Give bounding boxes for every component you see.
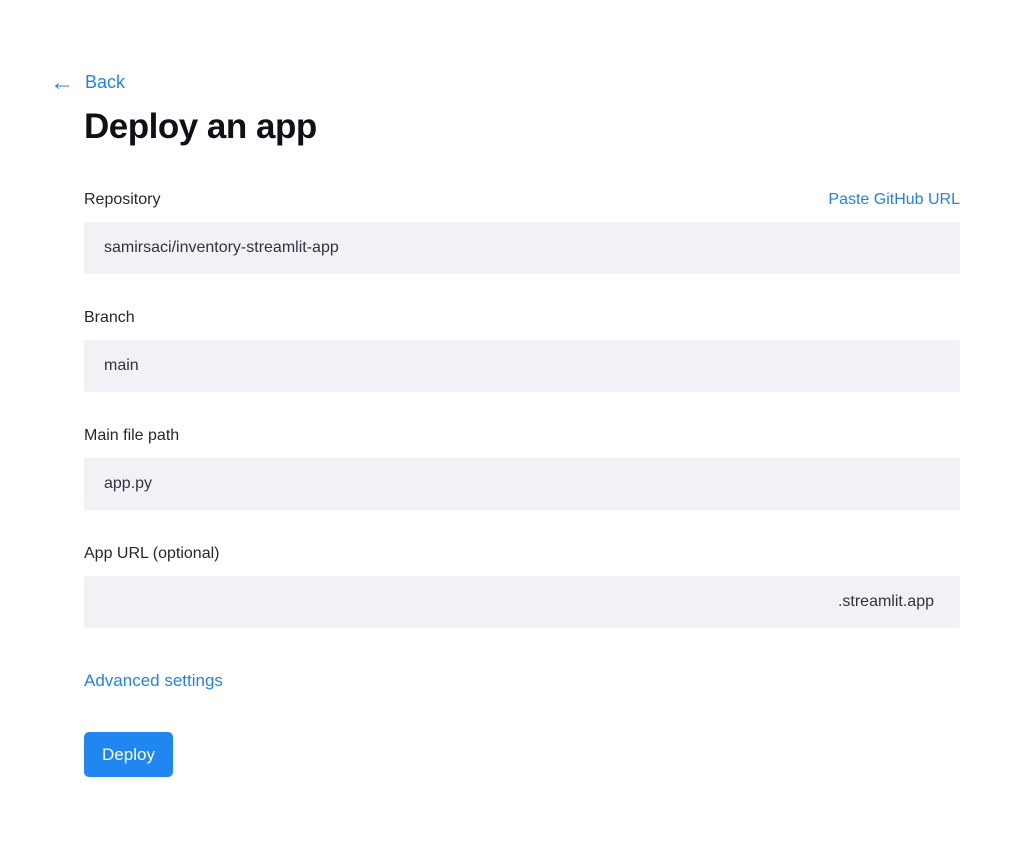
main-file-path-label-row: Main file path (84, 427, 960, 445)
branch-label-row: Branch (84, 309, 960, 327)
branch-input[interactable]: main (84, 340, 960, 392)
repository-value: samirsaci/inventory-streamlit-app (104, 239, 339, 256)
branch-value: main (104, 357, 139, 374)
app-url-suffix: .streamlit.app (837, 593, 934, 610)
repository-input[interactable]: samirsaci/inventory-streamlit-app (84, 222, 960, 274)
paste-github-url-link[interactable]: Paste GitHub URL (828, 191, 960, 209)
back-link[interactable]: Back (85, 72, 125, 93)
deploy-button[interactable]: Deploy (84, 732, 173, 777)
back-navigation[interactable]: ← Back (50, 70, 960, 94)
branch-label: Branch (84, 309, 135, 326)
app-url-input[interactable] (104, 593, 838, 611)
repository-label-row: Repository Paste GitHub URL (84, 191, 960, 209)
page-title: Deploy an app (84, 107, 317, 146)
app-url-field[interactable]: .streamlit.app (84, 576, 960, 628)
back-arrow-icon[interactable]: ← (50, 70, 74, 94)
app-url-label: App URL (optional) (84, 545, 220, 562)
main-file-path-group: Main file path app.py (84, 427, 960, 510)
branch-group: Branch main (84, 309, 960, 392)
app-url-group: App URL (optional) .streamlit.app (84, 545, 960, 628)
deploy-app-page: ← Back Deploy an app Repository Paste Gi… (50, 0, 960, 777)
repository-group: Repository Paste GitHub URL samirsaci/in… (84, 191, 960, 274)
main-file-path-label: Main file path (84, 427, 180, 444)
app-url-label-row: App URL (optional) (84, 545, 960, 563)
main-file-path-value: app.py (104, 475, 153, 492)
main-file-path-input[interactable]: app.py (84, 458, 960, 510)
repository-label: Repository (84, 191, 161, 208)
advanced-settings-link[interactable]: Advanced settings (84, 671, 223, 691)
